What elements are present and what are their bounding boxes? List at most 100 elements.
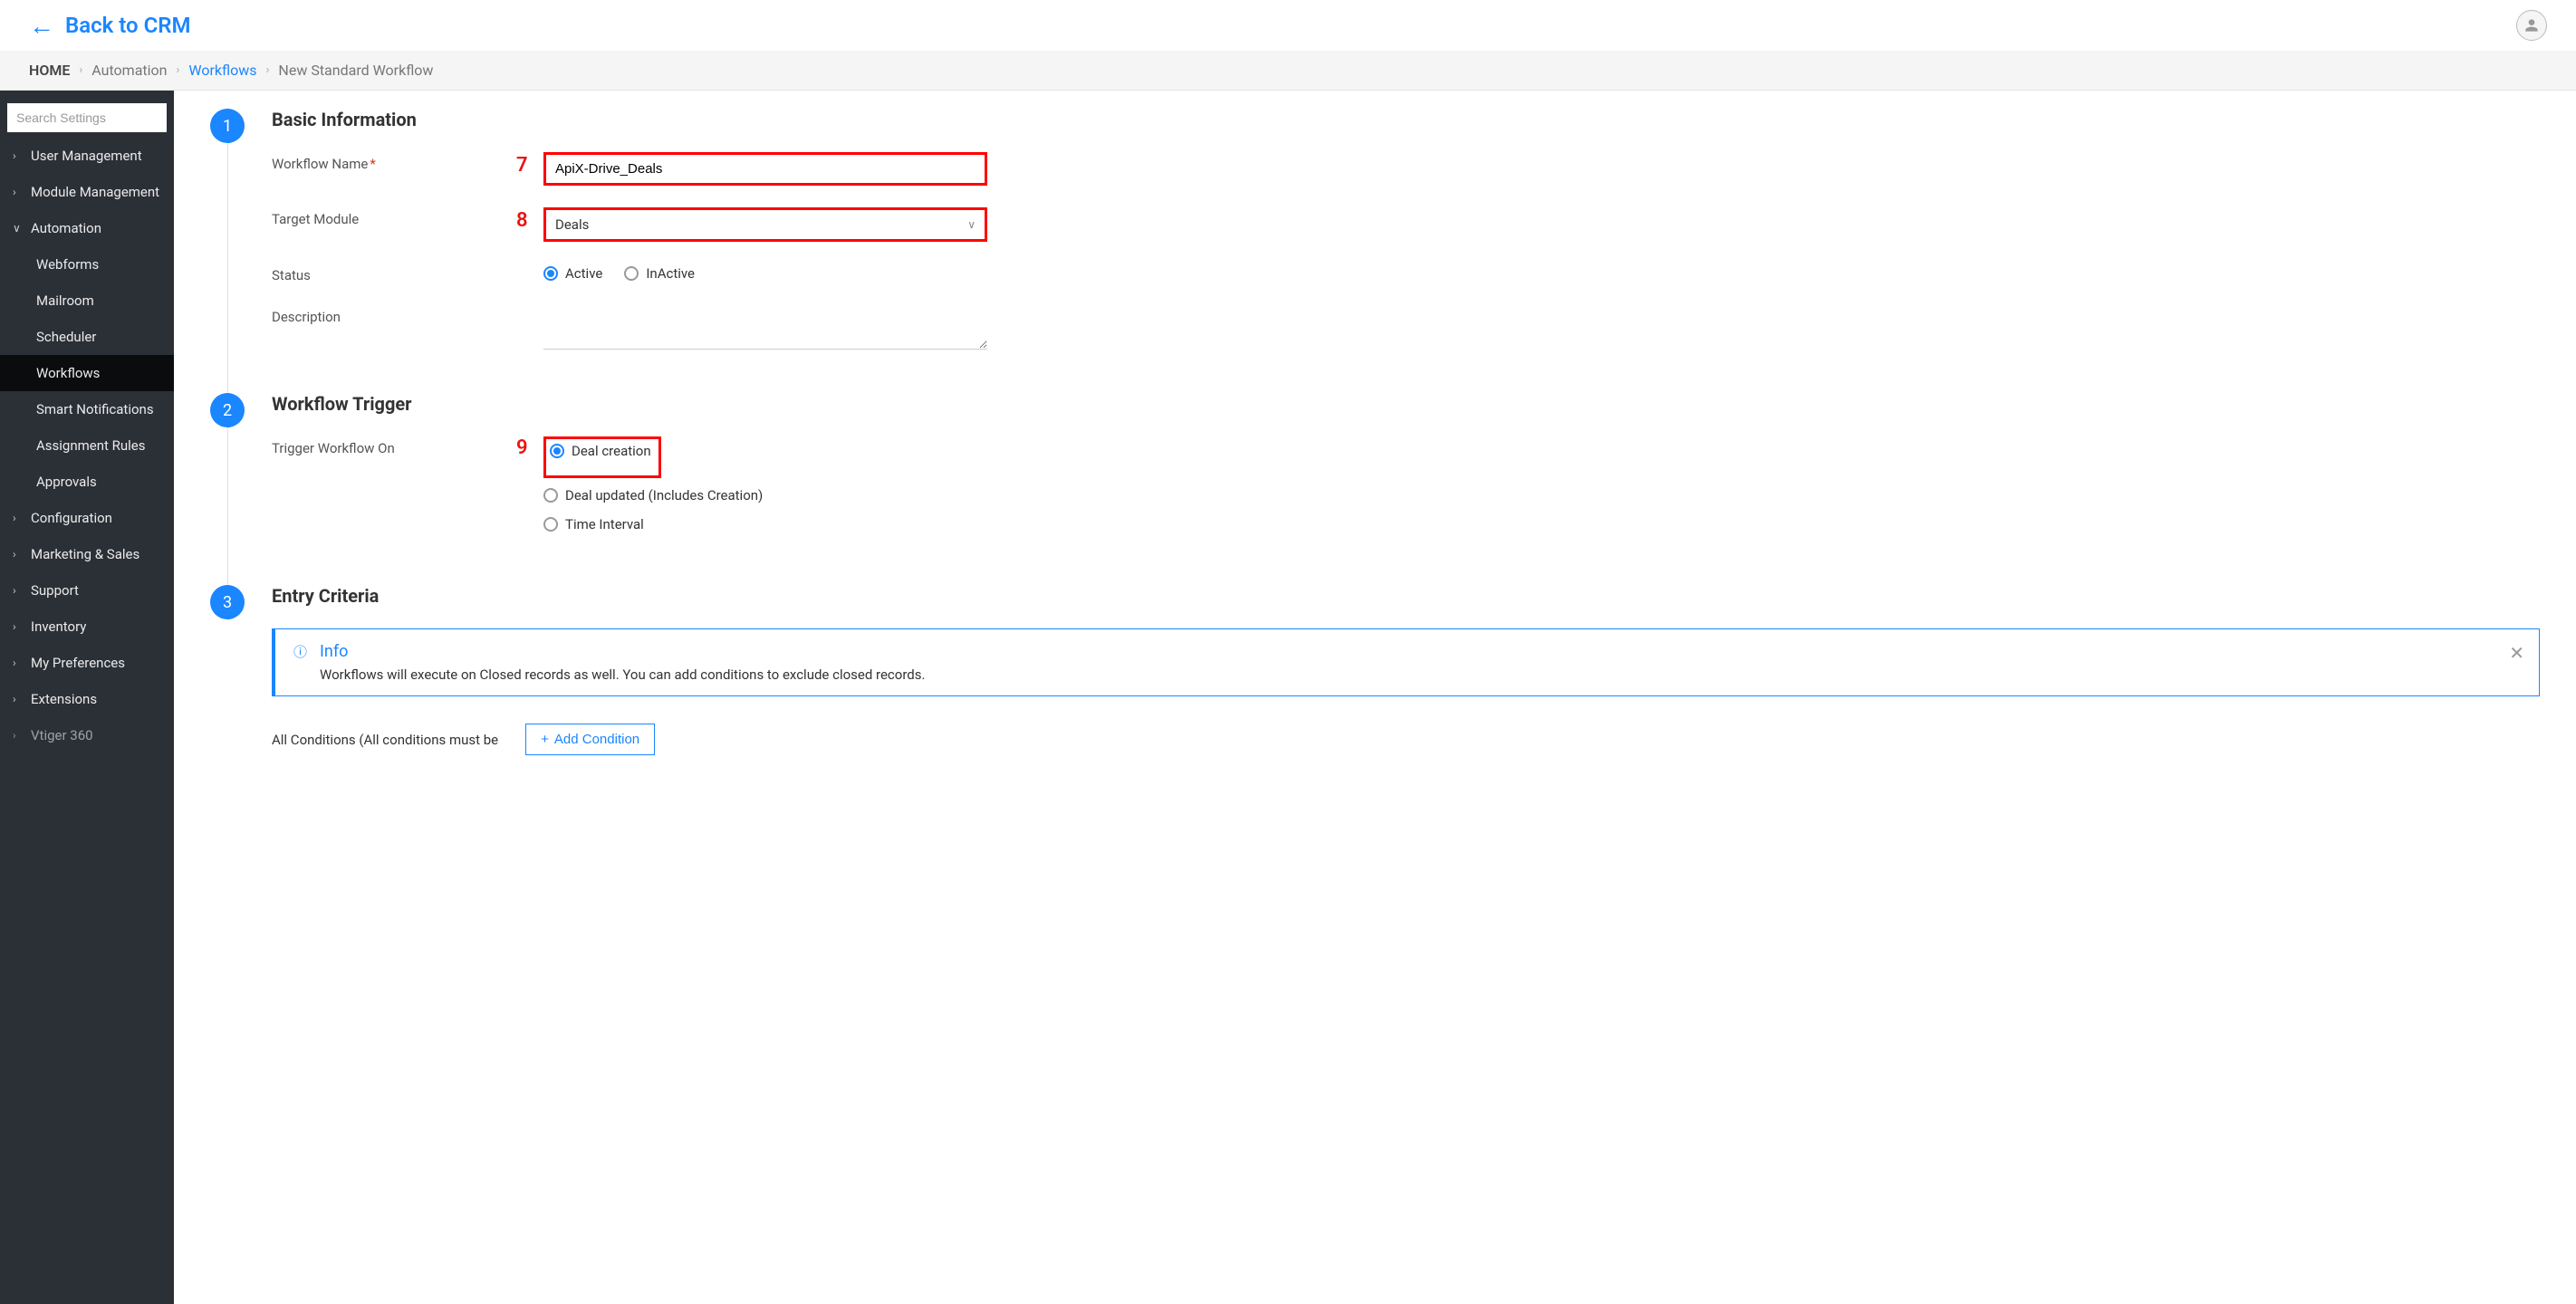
sidebar-item-smart-notifications[interactable]: Smart Notifications xyxy=(0,391,174,427)
sidebar-item-label: User Management xyxy=(31,148,142,164)
step-2-badge: 2 xyxy=(210,393,245,427)
radio-label: Deal creation xyxy=(572,443,651,459)
add-condition-label: Add Condition xyxy=(554,732,639,747)
sidebar-item-mailroom[interactable]: Mailroom xyxy=(0,283,174,319)
trigger-label: Trigger Workflow On xyxy=(272,436,543,456)
description-textarea[interactable] xyxy=(543,305,987,350)
chevron-right-icon: › xyxy=(13,620,24,633)
step-1-badge: 1 xyxy=(210,109,245,143)
chevron-right-icon: › xyxy=(13,693,24,705)
trigger-creation-radio[interactable]: Deal creation xyxy=(550,443,651,459)
chevron-right-icon: › xyxy=(13,512,24,524)
chevron-right-icon: › xyxy=(13,548,24,561)
arrow-left-icon: ← xyxy=(29,11,54,41)
sidebar-item-label: Webforms xyxy=(36,256,99,273)
breadcrumb: HOME › Automation › Workflows › New Stan… xyxy=(0,51,2576,91)
sidebar-item-support[interactable]: › Support xyxy=(0,572,174,609)
target-module-label: Target Module xyxy=(272,207,543,227)
sidebar-item-label: Approvals xyxy=(36,474,97,490)
chevron-right-icon: › xyxy=(13,186,24,198)
sidebar-item-workflows[interactable]: Workflows xyxy=(0,355,174,391)
sidebar-item-inventory[interactable]: › Inventory xyxy=(0,609,174,645)
back-to-crm-link[interactable]: ← Back to CRM xyxy=(29,11,191,41)
sidebar-item-my-preferences[interactable]: › My Preferences xyxy=(0,645,174,681)
topbar: ← Back to CRM xyxy=(0,0,2576,51)
sidebar-item-label: Automation xyxy=(31,220,101,236)
sidebar-item-label: Extensions xyxy=(31,691,97,707)
trigger-time-radio[interactable]: Time Interval xyxy=(543,516,987,532)
chevron-right-icon: › xyxy=(13,729,24,742)
step-1-title: Basic Information xyxy=(272,109,2540,130)
radio-icon xyxy=(543,266,558,281)
radio-label: Time Interval xyxy=(565,516,644,532)
sidebar-item-assignment-rules[interactable]: Assignment Rules xyxy=(0,427,174,464)
breadcrumb-home[interactable]: HOME xyxy=(29,62,70,79)
sidebar-item-configuration[interactable]: › Configuration xyxy=(0,500,174,536)
chevron-down-icon: ∨ xyxy=(967,218,976,231)
sidebar-item-automation[interactable]: ∨ Automation xyxy=(0,210,174,246)
info-title: Info xyxy=(320,642,2521,661)
step-2-title: Workflow Trigger xyxy=(272,393,2540,415)
sidebar-item-extensions[interactable]: › Extensions xyxy=(0,681,174,717)
trigger-updated-radio[interactable]: Deal updated (Includes Creation) xyxy=(543,487,987,503)
info-box: ⓘ Info Workflows will execute on Closed … xyxy=(272,628,2540,696)
sidebar-item-label: Support xyxy=(31,582,79,599)
sidebar-item-approvals[interactable]: Approvals xyxy=(0,464,174,500)
status-active-radio[interactable]: Active xyxy=(543,265,602,282)
info-icon: ⓘ xyxy=(293,642,307,661)
sidebar-item-user-management[interactable]: › User Management xyxy=(0,138,174,174)
chevron-right-icon: › xyxy=(13,149,24,162)
info-text: Workflows will execute on Closed records… xyxy=(320,666,2521,683)
close-icon[interactable]: ✕ xyxy=(2509,642,2524,664)
radio-label: InActive xyxy=(646,265,695,282)
breadcrumb-automation[interactable]: Automation xyxy=(91,62,167,79)
main-content: 1 Basic Information Workflow Name* 7 xyxy=(174,91,2576,1304)
sidebar-item-label: Scheduler xyxy=(36,329,96,345)
add-condition-button[interactable]: + Add Condition xyxy=(525,724,655,755)
target-module-value: Deals xyxy=(555,216,589,233)
sidebar-item-label: Mailroom xyxy=(36,292,94,309)
radio-label: Deal updated (Includes Creation) xyxy=(565,487,763,503)
workflow-name-input[interactable] xyxy=(546,155,985,183)
breadcrumb-current: New Standard Workflow xyxy=(278,62,433,79)
back-label: Back to CRM xyxy=(65,13,191,38)
sidebar-item-label: Configuration xyxy=(31,510,112,526)
sidebar-item-label: Inventory xyxy=(31,618,86,635)
step-3-title: Entry Criteria xyxy=(272,585,2540,607)
radio-icon xyxy=(543,488,558,503)
sidebar-item-module-management[interactable]: › Module Management xyxy=(0,174,174,210)
sidebar-item-label: Vtiger 360 xyxy=(31,727,93,743)
radio-icon xyxy=(624,266,639,281)
sidebar-item-webforms[interactable]: Webforms xyxy=(0,246,174,283)
sidebar-item-marketing-sales[interactable]: › Marketing & Sales xyxy=(0,536,174,572)
chevron-right-icon: › xyxy=(13,657,24,669)
sidebar-item-vtiger-360[interactable]: › Vtiger 360 xyxy=(0,717,174,753)
user-icon xyxy=(2523,16,2541,34)
radio-label: Active xyxy=(565,265,602,282)
description-label: Description xyxy=(272,305,543,325)
target-module-select[interactable]: Deals ∨ xyxy=(546,210,985,239)
plus-icon: + xyxy=(541,732,549,747)
settings-sidebar: › User Management › Module Management ∨ … xyxy=(0,91,174,1304)
status-label: Status xyxy=(272,264,543,283)
chevron-down-icon: ∨ xyxy=(13,222,24,235)
sidebar-item-label: Assignment Rules xyxy=(36,437,146,454)
search-settings-input[interactable] xyxy=(7,103,167,132)
sidebar-item-label: Marketing & Sales xyxy=(31,546,139,562)
sidebar-item-label: My Preferences xyxy=(31,655,125,671)
chevron-right-icon: › xyxy=(177,63,180,77)
sidebar-item-scheduler[interactable]: Scheduler xyxy=(0,319,174,355)
sidebar-item-label: Module Management xyxy=(31,184,159,200)
radio-icon xyxy=(543,517,558,532)
breadcrumb-workflows[interactable]: Workflows xyxy=(188,62,256,79)
chevron-right-icon: › xyxy=(266,63,270,77)
status-inactive-radio[interactable]: InActive xyxy=(624,265,695,282)
user-avatar[interactable] xyxy=(2516,10,2547,41)
chevron-right-icon: › xyxy=(13,584,24,597)
workflow-name-label: Workflow Name* xyxy=(272,152,543,172)
step-3-badge: 3 xyxy=(210,585,245,619)
chevron-right-icon: › xyxy=(79,63,82,77)
sidebar-item-label: Smart Notifications xyxy=(36,401,154,417)
sidebar-item-label: Workflows xyxy=(36,365,100,381)
all-conditions-label: All Conditions (All conditions must be xyxy=(272,732,498,748)
